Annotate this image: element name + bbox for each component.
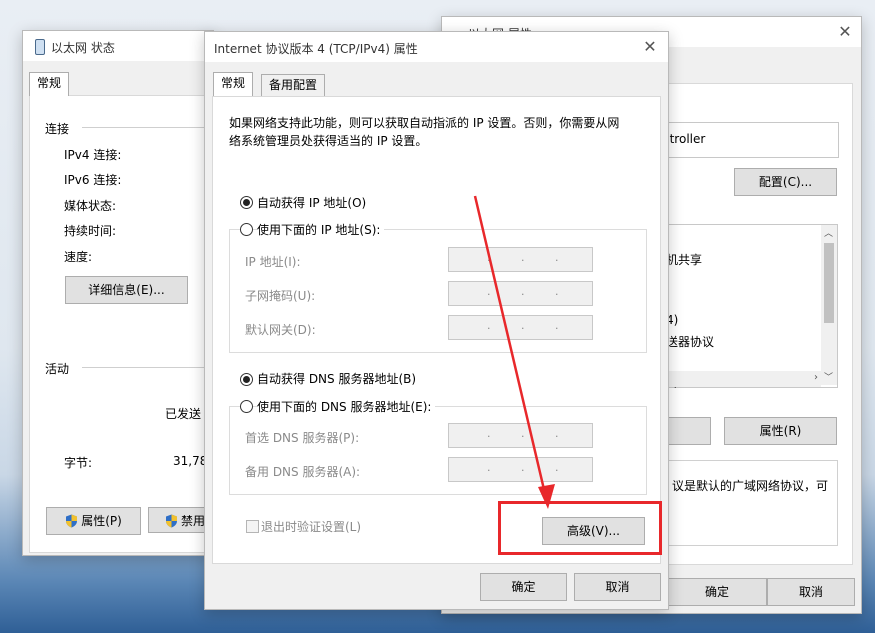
annotation-arrow xyxy=(473,195,555,509)
status-tab-general[interactable]: 常规 xyxy=(29,72,70,96)
tab-general[interactable]: 常规 xyxy=(213,72,254,96)
